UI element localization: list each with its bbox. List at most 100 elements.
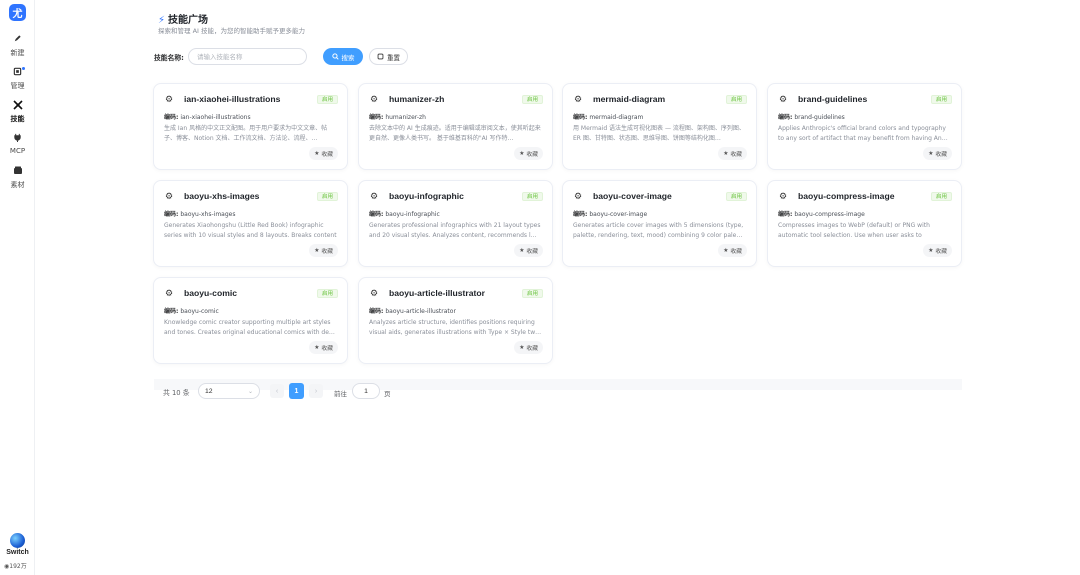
skill-code: 编码: humanizer-zh	[369, 112, 426, 121]
reset-button-label: 重置	[387, 53, 400, 62]
skill-code: 编码: brand-guidelines	[778, 112, 845, 121]
sidebar-item-label: 技能	[10, 115, 25, 123]
material-icon	[0, 166, 35, 178]
code-label: 编码:	[573, 114, 588, 121]
chevron-right-icon: ›	[314, 387, 318, 395]
star-icon: ★	[519, 344, 525, 351]
favorite-label: 收藏	[321, 346, 333, 352]
skill-name: baoyu-comic	[184, 288, 238, 298]
skill-card[interactable]: ⚙ baoyu-cover-image 启用 编码: baoyu-cover-i…	[562, 180, 757, 267]
skill-name: baoyu-cover-image	[593, 191, 672, 201]
sidebar-item-label: 素材	[10, 181, 25, 189]
favorite-button[interactable]: ★ 收藏	[923, 147, 952, 160]
page-size-select[interactable]: 12 ⌄	[198, 383, 260, 399]
skill-name: brand-guidelines	[798, 94, 868, 104]
skill-card[interactable]: ⚙ brand-guidelines 启用 编码: brand-guidelin…	[767, 83, 962, 170]
star-icon: ★	[723, 150, 729, 157]
skill-code: 编码: baoyu-cover-image	[573, 209, 647, 218]
sidebar: 尤 新建 管理 技能 MCP 素材 Switch ◉192万	[0, 0, 35, 575]
favorite-button[interactable]: ★ 收藏	[923, 244, 952, 257]
skill-name: humanizer-zh	[389, 94, 445, 104]
favorite-button[interactable]: ★ 收藏	[309, 244, 338, 257]
skill-description: 生成 Ian 风格的中文正文配图。用于用户要求为中文文章、帖子、博客、Notio…	[164, 125, 328, 142]
sidebar-item-new[interactable]: 新建	[0, 34, 35, 58]
reset-icon	[377, 53, 384, 60]
goto-page-input[interactable]	[352, 383, 380, 399]
favorite-label: 收藏	[321, 152, 333, 158]
skill-name: mermaid-diagram	[593, 94, 666, 104]
skill-description: 用 Mermaid 语法生成可视化图表 — 流程图、架构图、序列图、ER 图、甘…	[573, 125, 745, 142]
skill-card[interactable]: ⚙ mermaid-diagram 启用 编码: mermaid-diagram…	[562, 83, 757, 170]
prev-page-button[interactable]: ‹	[270, 384, 284, 398]
gears-icon: ⚙	[370, 288, 379, 298]
skill-name-input[interactable]	[188, 48, 307, 65]
favorite-button[interactable]: ★ 收藏	[309, 341, 338, 354]
sidebar-item-label: 新建	[10, 49, 25, 57]
status-badge: 启用	[316, 192, 338, 201]
status-badge: 启用	[930, 95, 952, 104]
search-button[interactable]: 搜索	[323, 48, 363, 65]
user-name[interactable]: Switch	[0, 549, 35, 556]
skill-description: Applies Anthropic's official brand color…	[778, 125, 948, 142]
credit-balance: ◉192万	[4, 561, 27, 570]
skill-icon	[0, 100, 35, 112]
code-label: 编码:	[164, 114, 179, 121]
sidebar-item-label: 管理	[10, 82, 25, 90]
page-number-current[interactable]: 1	[289, 383, 304, 399]
favorite-button[interactable]: ★ 收藏	[718, 244, 747, 257]
sidebar-item-skills[interactable]: 技能	[0, 100, 35, 124]
star-icon: ★	[314, 344, 320, 351]
status-badge: 启用	[725, 192, 747, 201]
user-avatar[interactable]	[10, 533, 25, 548]
skill-code: 编码: mermaid-diagram	[573, 112, 643, 121]
credit-value: 192万	[9, 563, 27, 570]
star-icon: ★	[928, 150, 934, 157]
star-icon: ★	[314, 150, 320, 157]
skill-card[interactable]: ⚙ ian-xiaohei-illustrations 启用 编码: ian-x…	[153, 83, 348, 170]
skill-name: ian-xiaohei-illustrations	[184, 94, 281, 104]
sidebar-item-material[interactable]: 素材	[0, 166, 35, 190]
favorite-button[interactable]: ★ 收藏	[514, 147, 543, 160]
status-badge: 启用	[725, 95, 747, 104]
star-icon: ★	[519, 247, 525, 254]
skill-code: 编码: baoyu-infographic	[369, 209, 440, 218]
status-badge: 启用	[521, 289, 543, 298]
skill-description: Generates professional infographics with…	[369, 222, 541, 239]
sidebar-item-label: MCP	[9, 147, 26, 155]
skill-description: Generates article cover images with 5 di…	[573, 222, 744, 239]
favorite-label: 收藏	[526, 152, 538, 158]
next-page-button[interactable]: ›	[309, 384, 323, 398]
gears-icon: ⚙	[165, 94, 174, 104]
skill-code: 编码: baoyu-compress-image	[778, 209, 865, 218]
skill-card[interactable]: ⚙ baoyu-article-illustrator 启用 编码: baoyu…	[358, 277, 553, 364]
skill-card[interactable]: ⚙ baoyu-infographic 启用 编码: baoyu-infogra…	[358, 180, 553, 267]
page-title: ⚡ 技能广场	[158, 11, 208, 26]
notification-dot	[22, 67, 25, 70]
status-badge: 启用	[521, 95, 543, 104]
app-logo[interactable]: 尤	[9, 4, 26, 21]
skill-card[interactable]: ⚙ baoyu-compress-image 启用 编码: baoyu-comp…	[767, 180, 962, 267]
sidebar-item-manage[interactable]: 管理	[0, 67, 35, 91]
plug-icon	[0, 133, 35, 145]
reset-button[interactable]: 重置	[369, 48, 408, 65]
favorite-label: 收藏	[526, 249, 538, 255]
skill-card[interactable]: ⚙ baoyu-comic 启用 编码: baoyu-comic Knowled…	[153, 277, 348, 364]
code-label: 编码:	[369, 114, 384, 121]
gears-icon: ⚙	[779, 191, 788, 201]
skill-card[interactable]: ⚙ humanizer-zh 启用 编码: humanizer-zh 去除文本中…	[358, 83, 553, 170]
favorite-button[interactable]: ★ 收藏	[514, 244, 543, 257]
skill-description: Generates Xiaohongshu (Little Red Book) …	[164, 222, 337, 239]
gears-icon: ⚙	[370, 94, 379, 104]
favorite-button[interactable]: ★ 收藏	[514, 341, 543, 354]
skill-name: baoyu-compress-image	[798, 191, 895, 201]
status-badge: 启用	[316, 95, 338, 104]
star-icon: ★	[723, 247, 729, 254]
skill-name: baoyu-infographic	[389, 191, 464, 201]
status-badge: 启用	[316, 289, 338, 298]
gears-icon: ⚙	[165, 191, 174, 201]
favorite-button[interactable]: ★ 收藏	[309, 147, 338, 160]
sidebar-item-mcp[interactable]: MCP	[0, 133, 35, 155]
code-value: ian-xiaohei-illustrations	[180, 114, 251, 121]
favorite-button[interactable]: ★ 收藏	[718, 147, 747, 160]
skill-card[interactable]: ⚙ baoyu-xhs-images 启用 编码: baoyu-xhs-imag…	[153, 180, 348, 267]
